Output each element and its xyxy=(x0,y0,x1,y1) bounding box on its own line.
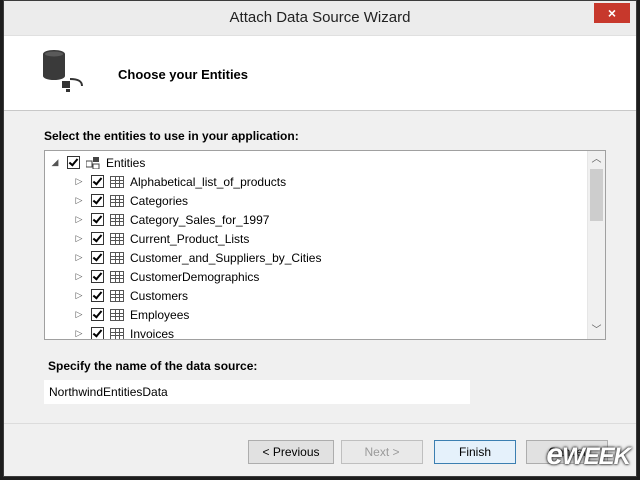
expand-arrow-icon[interactable]: ▷ xyxy=(73,195,85,206)
title-bar: Attach Data Source Wizard × xyxy=(4,1,636,36)
expand-arrow-icon[interactable]: ▷ xyxy=(73,271,85,282)
tree-content: ◢ Entities ▷ Alphabetical_list_of_product… xyxy=(45,151,587,339)
tree-node-entity[interactable]: ▷ Customers xyxy=(73,286,188,305)
tree-node-entity[interactable]: ▷ CustomerDemographics xyxy=(73,267,260,286)
expand-arrow-icon[interactable]: ▷ xyxy=(73,328,85,339)
eweek-watermark: eWEEK xyxy=(546,438,631,471)
tree-node-entity[interactable]: ▷ Customer_and_Suppliers_by_Cities xyxy=(73,248,322,267)
datasource-name-input[interactable] xyxy=(44,380,470,404)
expand-arrow-icon[interactable]: ▷ xyxy=(73,176,85,187)
checkbox-root[interactable] xyxy=(67,156,80,169)
table-icon xyxy=(110,289,124,302)
expand-arrow-icon[interactable]: ▷ xyxy=(73,233,85,244)
chevron-up-icon[interactable]: ︿ xyxy=(588,151,605,168)
expand-arrow-icon[interactable]: ▷ xyxy=(73,252,85,263)
finish-button[interactable]: Finish xyxy=(434,440,516,464)
expand-arrow-icon[interactable]: ▷ xyxy=(73,290,85,301)
entities-label: Select the entities to use in your appli… xyxy=(44,129,299,143)
entity-checkbox[interactable] xyxy=(91,194,104,207)
wizard-header: Choose your Entities xyxy=(4,36,636,111)
tree-node-entity[interactable]: ▷ Employees xyxy=(73,305,190,324)
chevron-down-icon[interactable]: ﹀ xyxy=(588,322,605,339)
entity-checkbox[interactable] xyxy=(91,289,104,302)
entity-label: Customers xyxy=(130,288,189,303)
expand-arrow-icon[interactable]: ▷ xyxy=(73,309,85,320)
tree-node-root[interactable]: ◢ Entities xyxy=(49,153,146,172)
wizard-window: Attach Data Source Wizard × Choose your … xyxy=(3,0,637,477)
tree-node-entity[interactable]: ▷ Current_Product_Lists xyxy=(73,229,250,248)
entity-checkbox[interactable] xyxy=(91,270,104,283)
tree-node-entity[interactable]: ▷ Alphabetical_list_of_products xyxy=(73,172,287,191)
entity-checkbox[interactable] xyxy=(91,175,104,188)
table-icon xyxy=(110,213,124,226)
entities-tree[interactable]: ◢ Entities ▷ Alphabetical_list_of_product… xyxy=(44,150,606,340)
entity-checkbox[interactable] xyxy=(91,308,104,321)
entity-checkbox[interactable] xyxy=(91,327,104,339)
tree-node-entity[interactable]: ▷ Category_Sales_for_1997 xyxy=(73,210,270,229)
page-title: Choose your Entities xyxy=(118,67,249,82)
next-button[interactable]: Next > xyxy=(341,440,423,464)
wizard-footer: < Previous Next > Finish Cancel xyxy=(4,423,636,476)
entity-label: Alphabetical_list_of_products xyxy=(130,174,287,189)
expand-arrow-icon[interactable]: ▷ xyxy=(73,214,85,225)
entity-label: Categories xyxy=(130,193,189,208)
entity-label: Current_Product_Lists xyxy=(130,231,250,246)
tree-label-root: Entities xyxy=(106,155,146,170)
table-icon xyxy=(110,270,124,283)
table-icon xyxy=(110,194,124,207)
table-icon xyxy=(110,251,124,264)
scrollbar-thumb[interactable] xyxy=(590,169,603,221)
window-title: Attach Data Source Wizard xyxy=(229,9,411,26)
vertical-scrollbar[interactable]: ︿ ﹀ xyxy=(587,151,605,339)
entity-label: Invoices xyxy=(130,326,175,340)
entity-checkbox[interactable] xyxy=(91,232,104,245)
close-button[interactable]: × xyxy=(594,3,630,23)
entity-label: Customer_and_Suppliers_by_Cities xyxy=(130,250,322,265)
previous-button[interactable]: < Previous xyxy=(248,440,334,464)
entity-label: Category_Sales_for_1997 xyxy=(130,212,270,227)
table-icon xyxy=(110,232,124,245)
table-icon xyxy=(110,327,124,339)
table-icon xyxy=(110,308,124,321)
entity-checkbox[interactable] xyxy=(91,213,104,226)
table-icon xyxy=(110,175,124,188)
tree-node-entity[interactable]: ▷ Categories xyxy=(73,191,189,210)
entity-label: CustomerDemographics xyxy=(130,269,260,284)
collapse-arrow-icon[interactable]: ◢ xyxy=(49,157,61,168)
tree-node-entity[interactable]: ▷ Invoices xyxy=(73,324,174,339)
entity-label: Employees xyxy=(130,307,190,322)
database-connect-icon xyxy=(43,50,83,92)
entity-set-icon xyxy=(86,156,100,169)
datasource-label: Specify the name of the data source: xyxy=(48,359,258,373)
entity-checkbox[interactable] xyxy=(91,251,104,264)
